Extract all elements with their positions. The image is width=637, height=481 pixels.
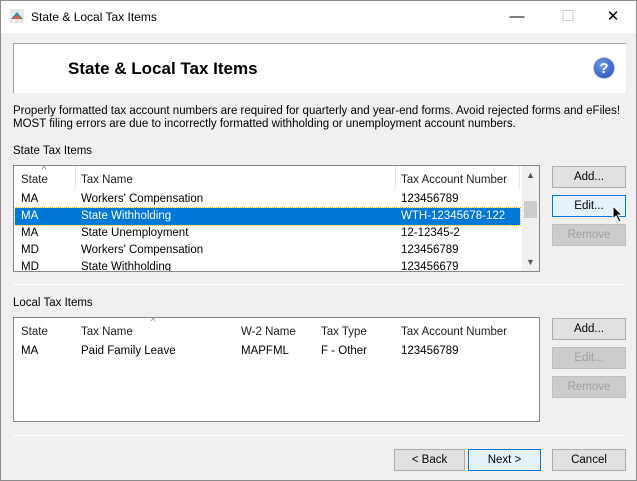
state-tax-list[interactable]: ^ State Tax Name Tax Account Number MA Wo… (13, 165, 540, 272)
scroll-up-icon[interactable]: ▲ (522, 170, 539, 180)
local-edit-button[interactable]: Edit... (552, 347, 626, 369)
title-bar: State & Local Tax Items — ☐ ✕ (1, 1, 636, 33)
help-icon[interactable]: ? (593, 57, 615, 79)
table-cell: State Unemployment (81, 227, 189, 239)
table-cell: State Withholding (81, 210, 172, 222)
state-list-scrollbar[interactable]: ▲ ▼ (522, 166, 539, 271)
table-cell: 123456679 (401, 261, 459, 272)
table-cell: MD (21, 244, 39, 256)
column-header-w2-name[interactable]: W-2 Name (241, 326, 296, 338)
table-row[interactable]: MD State Withholding 123456679 (15, 259, 520, 272)
table-row[interactable]: MA Paid Family Leave MAPFML F - Other 123456… (15, 343, 520, 360)
mouse-cursor-icon (612, 205, 624, 223)
table-cell: MA (21, 193, 39, 205)
state-section-label: State Tax Items (13, 145, 93, 157)
state-add-button[interactable]: Add... (552, 166, 626, 188)
column-header-tax-type[interactable]: Tax Type (321, 326, 367, 338)
table-row[interactable]: MD Workers' Compensation 123456789 (15, 242, 520, 259)
table-cell: MD (21, 261, 39, 272)
column-header-tax-name[interactable]: Tax Name (81, 174, 133, 186)
close-button[interactable]: ✕ (598, 5, 628, 29)
column-header-state[interactable]: State (21, 326, 48, 338)
table-cell: MA (21, 345, 39, 357)
table-cell: Workers' Compensation (81, 244, 204, 256)
table-cell: Paid Family Leave (81, 345, 176, 357)
divider (13, 284, 626, 285)
table-row[interactable]: MA State Withholding WTH-12345678-122 (14, 207, 521, 226)
column-header-account[interactable]: Tax Account Number (401, 174, 507, 186)
table-cell: State Withholding (81, 261, 172, 272)
local-add-button[interactable]: Add... (552, 318, 626, 340)
header-panel: State & Local Tax Items ? (13, 43, 626, 93)
table-cell: 12-12345-2 (401, 227, 460, 239)
table-cell: 123456789 (401, 345, 459, 357)
divider (13, 435, 626, 436)
table-cell: MAPFML (241, 345, 289, 357)
column-header-tax-name[interactable]: Tax Name (81, 326, 133, 338)
table-cell: MA (21, 210, 39, 222)
page-title: State & Local Tax Items (68, 59, 258, 78)
state-list-header: ^ State Tax Name Tax Account Number (14, 166, 539, 190)
table-cell: 123456789 (401, 193, 459, 205)
local-section-label: Local Tax Items (13, 297, 93, 309)
local-list-header: ^ State Tax Name W-2 Name Tax Type Tax A… (14, 318, 539, 342)
column-header-state[interactable]: State (21, 174, 48, 186)
scroll-thumb[interactable] (524, 201, 537, 218)
table-row[interactable]: MA Workers' Compensation 123456789 (15, 191, 520, 208)
table-cell: 123456789 (401, 244, 459, 256)
back-button[interactable]: < Back (394, 449, 465, 471)
table-cell: WTH-12345678-122 (401, 210, 506, 222)
minimize-button[interactable]: — (502, 5, 532, 29)
column-header-account[interactable]: Tax Account Number (401, 326, 507, 338)
scroll-down-icon[interactable]: ▼ (522, 257, 539, 267)
sort-arrow-icon: ^ (151, 317, 156, 326)
maximize-button[interactable]: ☐ (553, 5, 583, 29)
local-remove-button[interactable]: Remove (552, 376, 626, 398)
table-cell: MA (21, 227, 39, 239)
table-cell: Workers' Compensation (81, 193, 204, 205)
info-text: Properly formatted tax account numbers a… (13, 105, 621, 130)
state-remove-button[interactable]: Remove (552, 224, 626, 246)
app-icon (10, 9, 24, 23)
sort-arrow-icon: ^ (42, 165, 47, 174)
next-button[interactable]: Next > (468, 449, 541, 471)
table-row[interactable]: MA State Unemployment 12-12345-2 (15, 225, 520, 242)
window-title: State & Local Tax Items (31, 10, 157, 24)
cancel-button[interactable]: Cancel (552, 449, 626, 471)
table-cell: F - Other (321, 345, 368, 357)
local-tax-list[interactable]: ^ State Tax Name W-2 Name Tax Type Tax A… (13, 317, 540, 422)
